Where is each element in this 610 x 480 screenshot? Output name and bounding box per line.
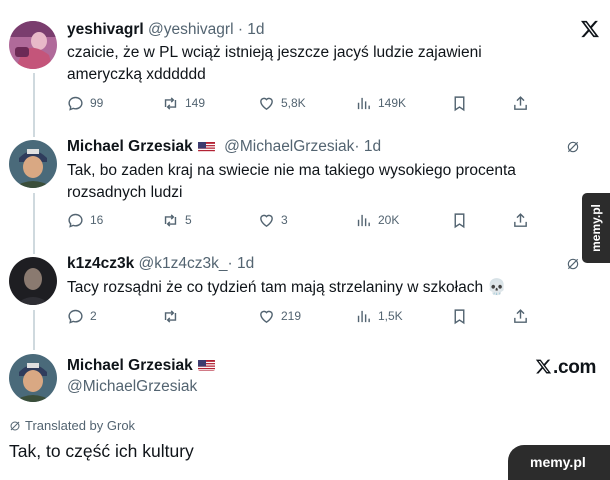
action-bar: 16 5 3 20K <box>67 210 529 230</box>
reply-button[interactable]: 99 <box>67 93 103 113</box>
source-label: .com <box>553 357 597 378</box>
reply-icon <box>68 309 83 324</box>
share-button[interactable] <box>512 306 535 326</box>
translated-by-grok[interactable]: Translated by Grok <box>9 418 135 433</box>
view-count: 149K <box>378 95 407 110</box>
action-bar: 99 149 5,8K 149K <box>67 93 529 113</box>
retweet-button[interactable]: 5 <box>162 210 192 230</box>
views-button[interactable]: 1,5K <box>355 306 403 326</box>
retweet-count: 149 <box>185 95 206 110</box>
tweet-header: k1z4cz3k @k1z4cz3k_· 1d <box>67 254 254 274</box>
view-count: 20K <box>378 212 400 227</box>
share-icon <box>514 95 527 110</box>
author-handle[interactable]: @yeshivagrl <box>148 21 234 38</box>
timestamp[interactable]: · 1d <box>354 138 381 155</box>
retweet-button[interactable] <box>162 306 185 326</box>
bookmark-icon <box>454 212 465 228</box>
grok-icon[interactable] <box>566 257 580 271</box>
reply-icon <box>68 213 83 228</box>
x-logo-icon[interactable] <box>580 19 600 39</box>
share-button[interactable] <box>512 93 535 113</box>
tweet-text: czaicie, że w PL wciąż istnieją jeszcze … <box>67 44 482 83</box>
bookmark-button[interactable] <box>451 210 474 230</box>
views-button[interactable]: 20K <box>355 210 399 230</box>
bookmark-button[interactable] <box>451 93 474 113</box>
thread-line <box>33 310 35 350</box>
retweet-count: 5 <box>185 212 192 227</box>
author-handle[interactable]: @MichaelGrzesiak <box>224 138 354 155</box>
like-button[interactable]: 3 <box>258 210 288 230</box>
bookmark-icon <box>454 308 465 324</box>
us-flag-icon <box>197 359 215 371</box>
reply-button[interactable]: 2 <box>67 306 97 326</box>
author-handle[interactable]: @MichaelGrzesiak <box>67 378 197 396</box>
retweet-icon <box>164 96 177 110</box>
like-icon <box>260 310 273 323</box>
us-flag-icon <box>197 140 215 152</box>
avatar[interactable] <box>9 257 57 305</box>
main-author-name[interactable]: Michael Grzesiak <box>67 357 220 375</box>
reply-count: 99 <box>90 95 104 110</box>
watermark-text: memy.pl <box>589 204 603 252</box>
like-count: 5,8K <box>281 95 306 110</box>
source-link[interactable]: .com <box>535 357 596 379</box>
retweet-button[interactable]: 149 <box>162 93 205 113</box>
translated-label: Translated by Grok <box>25 418 136 433</box>
views-button[interactable]: 149K <box>355 93 406 113</box>
retweet-icon <box>164 309 177 323</box>
thread-line <box>33 193 35 254</box>
x-logo-icon <box>535 358 552 375</box>
like-icon <box>260 97 273 110</box>
author-name[interactable]: yeshivagrl <box>67 21 144 38</box>
view-count: 1,5K <box>378 308 403 323</box>
like-icon <box>260 214 273 227</box>
author-name[interactable]: Michael Grzesiak <box>67 138 193 155</box>
retweet-icon <box>164 213 177 227</box>
timestamp[interactable]: · 1d <box>228 255 255 272</box>
reply-icon <box>68 96 83 111</box>
bookmark-icon <box>454 95 465 111</box>
avatar[interactable] <box>9 21 57 69</box>
author-handle[interactable]: @k1z4cz3k_ <box>139 255 228 272</box>
reply-count: 2 <box>90 308 97 323</box>
views-icon <box>357 310 370 322</box>
tweet-text: Tak, bo zaden kraj na swiecie nie ma tak… <box>67 162 516 201</box>
like-button[interactable]: 5,8K <box>258 93 306 113</box>
like-count: 3 <box>281 212 288 227</box>
corner-watermark: memy.pl <box>508 445 610 480</box>
thread-line <box>33 73 35 137</box>
tweet-header: Michael Grzesiak @MichaelGrzesiak· 1d <box>67 137 381 157</box>
views-icon <box>357 97 370 109</box>
share-button[interactable] <box>512 210 535 230</box>
grok-icon <box>10 421 20 430</box>
side-watermark: memy.pl <box>582 193 610 263</box>
author-name[interactable]: k1z4cz3k <box>67 255 134 272</box>
action-bar: 2 219 1,5K <box>67 306 529 326</box>
reply-count: 16 <box>90 212 104 227</box>
like-button[interactable]: 219 <box>258 306 301 326</box>
share-icon <box>514 212 527 227</box>
grok-icon[interactable] <box>566 140 580 154</box>
reply-button[interactable]: 16 <box>67 210 103 230</box>
tweet-header: yeshivagrl @yeshivagrl · 1d <box>67 20 265 40</box>
timestamp[interactable]: · 1d <box>238 21 265 38</box>
views-icon <box>357 214 370 226</box>
tweet-text: Tacy rozsądni że co tydzień tam mają str… <box>67 279 507 296</box>
avatar[interactable] <box>9 354 57 402</box>
author-name[interactable]: Michael Grzesiak <box>67 357 193 374</box>
share-icon <box>514 308 527 323</box>
bookmark-button[interactable] <box>451 306 474 326</box>
tweet-text: Tak, to część ich kultury <box>9 441 194 461</box>
like-count: 219 <box>281 308 302 323</box>
avatar[interactable] <box>9 140 57 188</box>
